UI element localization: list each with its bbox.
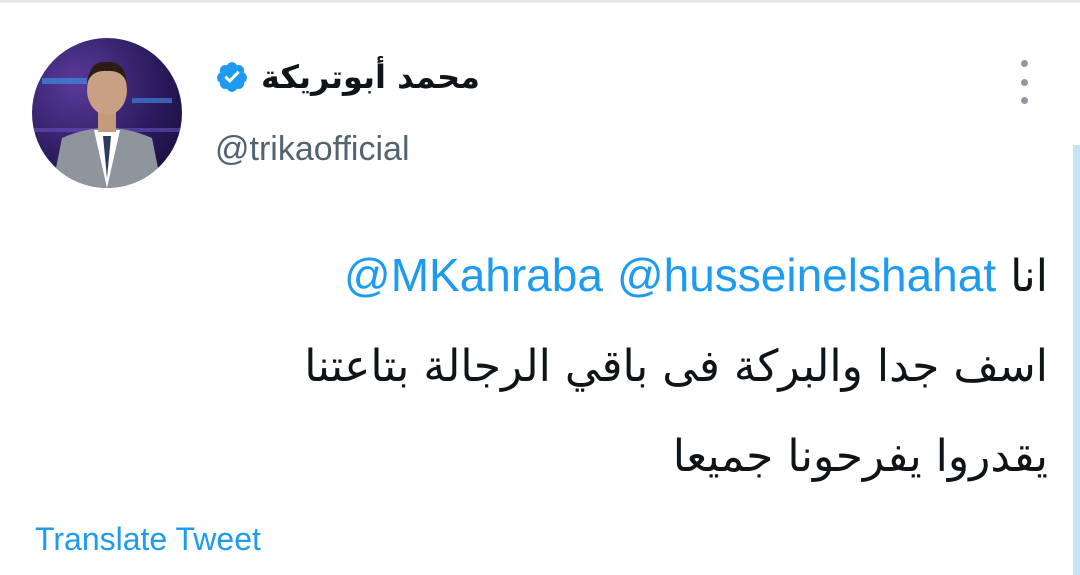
tweet-line-3: يقدروا يفرحونا جميعا xyxy=(672,431,1048,482)
top-divider xyxy=(0,0,1080,3)
avatar[interactable] xyxy=(32,38,182,188)
more-dot xyxy=(1020,97,1028,104)
author-handle[interactable]: @trikaofficial xyxy=(215,128,410,170)
author-name-row[interactable]: محمد أبوتريكة xyxy=(215,55,480,99)
more-vertical-icon[interactable] xyxy=(1012,60,1036,104)
tweet-lead-word: انا xyxy=(1010,251,1048,302)
more-dot xyxy=(1020,78,1028,86)
profile-photo-icon xyxy=(32,61,182,188)
tweet-text: انا @husseinelshahat @MKahraba اسف جدا و… xyxy=(120,230,1048,502)
mention-link[interactable]: @MKahraba xyxy=(344,249,603,301)
more-dot xyxy=(1020,60,1028,67)
verified-badge-icon xyxy=(217,62,247,92)
tweet-line-1: انا @husseinelshahat @MKahraba xyxy=(120,230,1048,322)
mention-link[interactable]: @husseinelshahat xyxy=(617,249,996,301)
scrollbar[interactable] xyxy=(1073,145,1080,575)
translate-tweet-link[interactable]: Translate Tweet xyxy=(35,518,261,560)
tweet-line-2: اسف جدا والبركة فى باقي الرجالة بتاعتنا xyxy=(304,341,1048,392)
display-name[interactable]: محمد أبوتريكة xyxy=(261,55,480,99)
